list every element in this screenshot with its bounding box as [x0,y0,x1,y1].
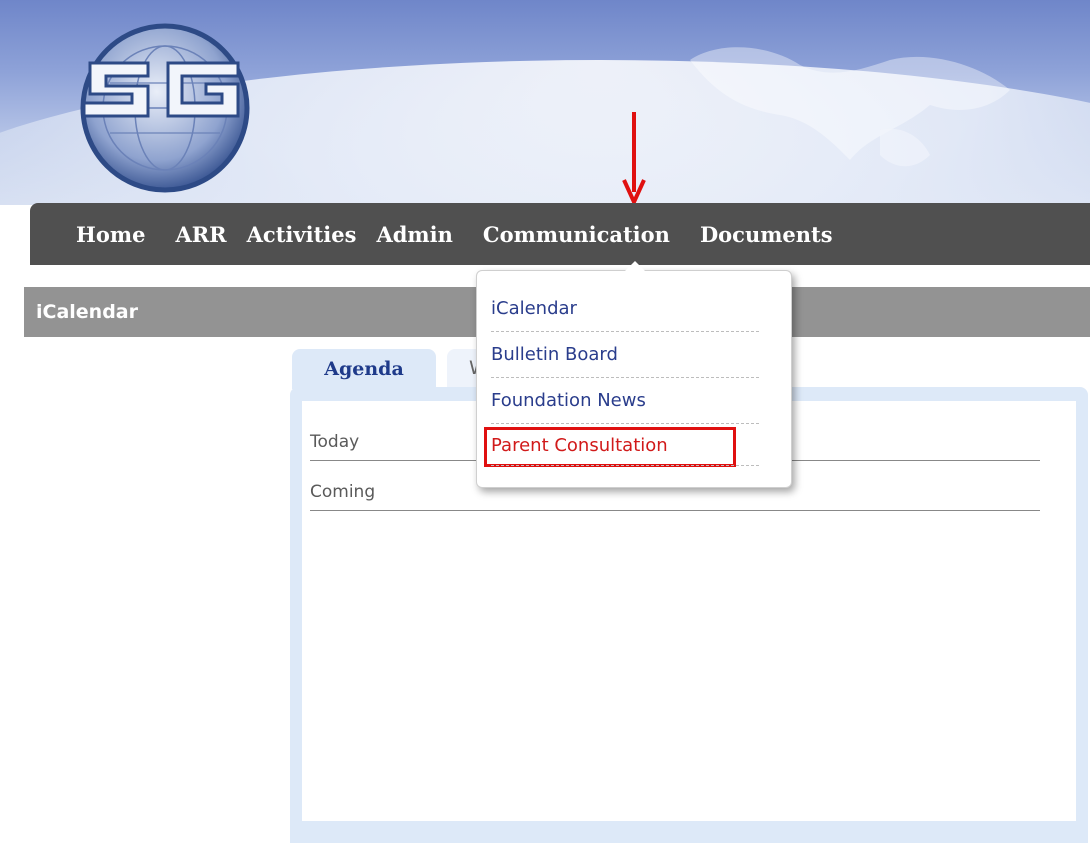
nav-activities[interactable]: Activities [247,222,357,247]
page-title: iCalendar [36,301,138,323]
communication-dropdown: iCalendar Bulletin Board Foundation News… [476,261,792,488]
dropdown-caret [625,261,645,271]
dropdown-item-icalendar[interactable]: iCalendar [491,286,759,332]
school-logo [80,23,250,193]
header-banner [0,0,1090,205]
dropdown-item-foundation-news[interactable]: Foundation News [491,378,759,424]
nav-communication[interactable]: Communication [483,222,670,247]
world-map-graphic [690,47,1010,167]
nav-home[interactable]: Home [76,222,145,247]
dropdown-divider [491,465,759,466]
red-arrow-icon [622,112,646,204]
main-nav: Home ARR Activities Admin Communication … [30,203,1090,265]
tab-agenda[interactable]: Agenda [292,349,436,389]
nav-arr[interactable]: ARR [175,222,226,247]
nav-documents[interactable]: Documents [700,222,833,247]
dropdown-item-bulletin-board[interactable]: Bulletin Board [491,332,759,378]
dropdown-item-parent-consultation[interactable]: Parent Consultation [484,427,736,467]
nav-admin[interactable]: Admin [376,222,452,247]
